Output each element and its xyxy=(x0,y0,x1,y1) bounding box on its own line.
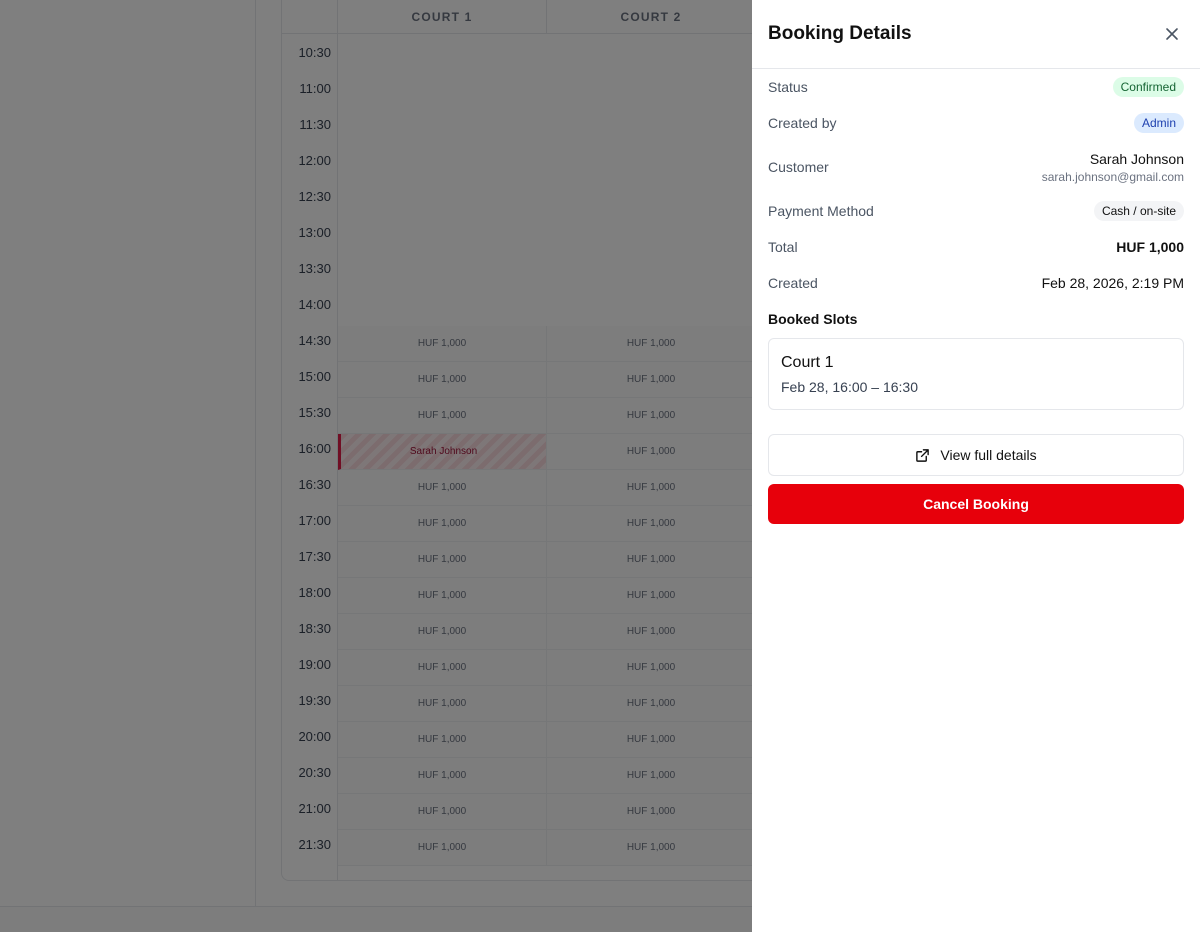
created-row: Created Feb 28, 2026, 2:19 PM xyxy=(768,265,1184,301)
total-label: Total xyxy=(768,239,798,255)
slot-time: Feb 28, 16:00 – 16:30 xyxy=(781,379,918,395)
cancel-booking-button[interactable]: Cancel Booking xyxy=(768,484,1184,524)
customer-label: Customer xyxy=(768,159,829,175)
status-row: Status Confirmed xyxy=(768,69,1184,105)
created-by-row: Created by Admin xyxy=(768,105,1184,141)
close-button[interactable] xyxy=(1160,22,1184,46)
close-icon xyxy=(1166,28,1178,40)
created-by-badge: Admin xyxy=(1133,113,1184,133)
created-label: Created xyxy=(768,275,818,291)
total-value: HUF 1,000 xyxy=(1116,239,1184,255)
external-link-icon xyxy=(916,448,930,462)
customer-name: Sarah Johnson xyxy=(1089,150,1184,167)
status-label: Status xyxy=(768,79,808,95)
payment-badge: Cash / on-site xyxy=(1093,201,1184,221)
booked-slot-card: Court 1 Feb 28, 16:00 – 16:30 xyxy=(768,338,1184,410)
booked-slots-heading: Booked Slots xyxy=(768,311,858,327)
view-full-details-label: View full details xyxy=(940,447,1037,463)
status-badge: Confirmed xyxy=(1112,77,1184,97)
customer-email: sarah.johnson@gmail.com xyxy=(1041,169,1184,184)
view-full-details-button[interactable]: View full details xyxy=(768,434,1184,476)
drawer-title: Booking Details xyxy=(768,23,912,44)
created-value: Feb 28, 2026, 2:19 PM xyxy=(1041,275,1184,291)
total-row: Total HUF 1,000 xyxy=(768,229,1184,265)
slot-court: Court 1 xyxy=(781,354,834,371)
payment-label: Payment Method xyxy=(768,203,874,219)
drawer-header: Booking Details xyxy=(752,0,1200,69)
customer-row: Customer Sarah Johnson sarah.johnson@gma… xyxy=(768,141,1184,193)
booking-details-drawer: Booking Details Status Confirmed Created… xyxy=(752,0,1200,932)
payment-row: Payment Method Cash / on-site xyxy=(768,193,1184,229)
created-by-label: Created by xyxy=(768,115,837,131)
